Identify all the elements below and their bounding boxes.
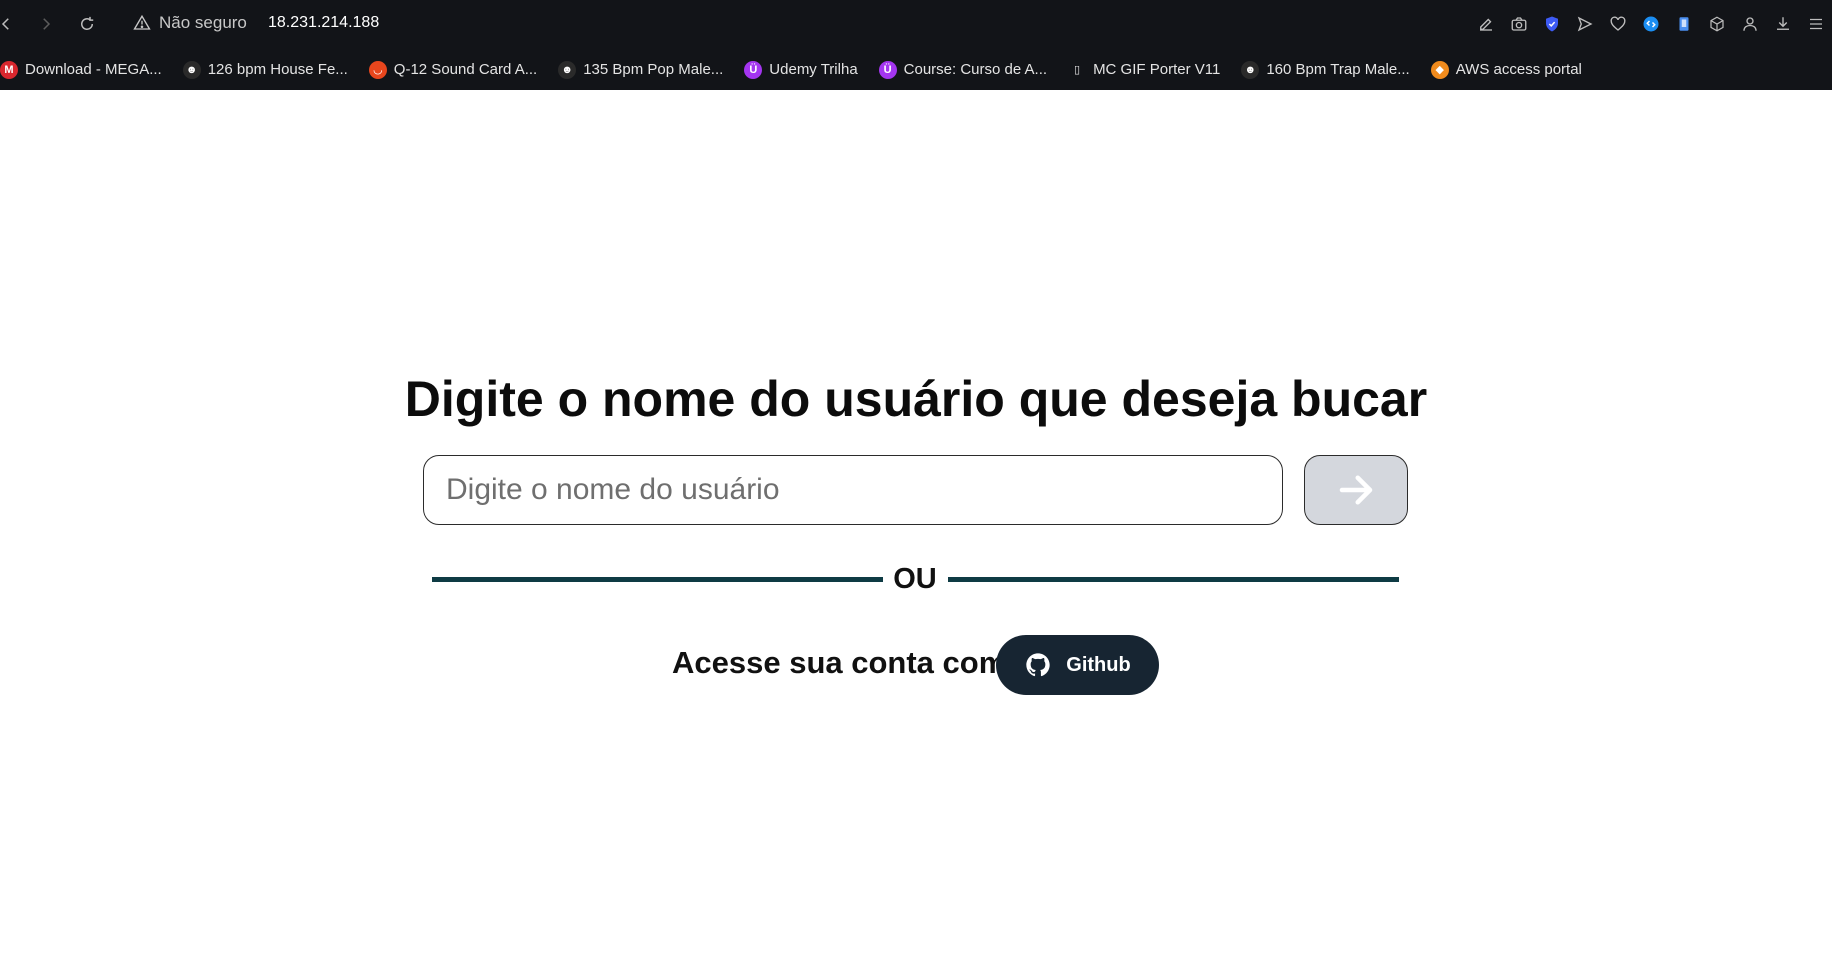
security-label: Não seguro [159,13,247,32]
bookmark-label: 126 bpm House Fe... [207,61,348,78]
github-button-label: Github [1066,653,1131,676]
search-submit-button[interactable] [1304,455,1408,525]
bookmark-item[interactable]: ☻ 126 bpm House Fe... [182,60,348,79]
bookmark-label: Download - MEGA... [25,61,162,78]
bookmarks-bar: M Download - MEGA... ☻ 126 bpm House Fe... ◡… [0,49,1832,90]
bookmark-label: Course: Curso de A... [903,61,1048,78]
edit-icon[interactable] [1469,11,1502,37]
page-content: Digite o nome do usuário que deseja buca… [0,90,1832,955]
bookmark-label: Q-12 Sound Card A... [393,61,538,78]
bookmark-label: MC GIF Porter V11 [1093,61,1221,78]
shield-icon[interactable] [1535,11,1568,37]
bookmark-label: 135 Bpm Pop Male... [583,61,724,78]
bookmark-label: Udemy Trilha [769,61,858,78]
warning-icon [133,14,151,30]
cube-icon[interactable] [1700,11,1733,37]
udemy-icon: Ü [878,60,897,79]
character-icon: ☻ [1241,60,1260,79]
heart-icon[interactable] [1601,11,1634,37]
character-icon: ☻ [182,60,201,79]
camera-icon[interactable] [1502,11,1535,37]
browser-toolbar: Não seguro 18.231.214.188 [0,0,1832,49]
divider-left [432,577,883,582]
arrow-right-icon [1339,475,1373,505]
download-icon[interactable] [1766,11,1799,37]
back-icon[interactable] [0,12,18,36]
bookmark-item[interactable]: ☻ 135 Bpm Pop Male... [558,60,724,79]
shazam-icon[interactable] [1634,11,1667,37]
shopping-bag-icon: ◡ [368,60,387,79]
bookmark-item[interactable]: ☻ 160 Bpm Trap Male... [1241,60,1410,79]
github-login-button[interactable]: Github [996,635,1159,695]
username-search-input[interactable] [423,455,1283,525]
menu-icon[interactable] [1799,11,1832,37]
notes-icon[interactable] [1667,11,1700,37]
file-icon: ▯ [1068,60,1087,79]
reload-icon[interactable] [75,12,99,36]
bookmark-item[interactable]: ◆ AWS access portal [1430,60,1582,79]
page-title: Digite o nome do usuário que deseja buca… [404,371,1428,427]
character-icon: ☻ [558,60,577,79]
bookmark-label: AWS access portal [1455,61,1582,78]
divider-right [948,577,1399,582]
toolbar-icons [1469,11,1832,37]
bookmark-item[interactable]: ▯ MC GIF Porter V11 [1068,60,1221,79]
mega-icon: M [0,60,18,79]
login-prompt: Acesse sua conta com [672,645,1007,680]
udemy-icon: Ü [744,60,763,79]
forward-icon[interactable] [34,12,58,36]
bookmark-label: 160 Bpm Trap Male... [1266,61,1410,78]
send-icon[interactable] [1568,11,1601,37]
github-icon [1026,653,1050,677]
security-indicator[interactable]: Não seguro [133,13,247,33]
bookmark-item[interactable]: Ü Course: Curso de A... [878,60,1048,79]
bookmark-item[interactable]: Ü Udemy Trilha [744,60,858,79]
profile-icon[interactable] [1733,11,1766,37]
bookmark-item[interactable]: ◡ Q-12 Sound Card A... [368,60,538,79]
aws-cube-icon: ◆ [1430,60,1449,79]
bookmark-item[interactable]: M Download - MEGA... [0,60,162,79]
address-bar[interactable]: 18.231.214.188 [268,14,379,32]
